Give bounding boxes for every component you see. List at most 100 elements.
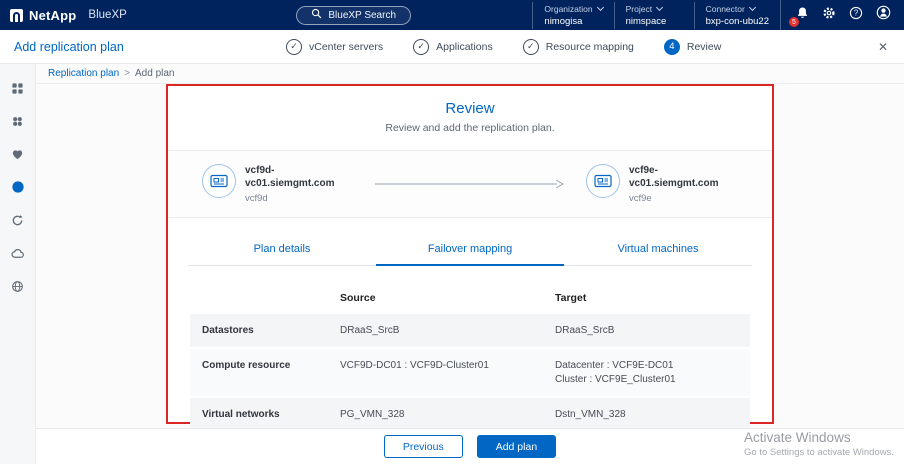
apps-icon[interactable] — [10, 113, 26, 129]
review-panel: Review Review and add the replication pl… — [166, 84, 774, 431]
breadcrumb-replication-plan[interactable]: Replication plan — [48, 68, 119, 79]
table-row-virtual-networks: Virtual networks PG_VMN_328 Dstn_VMN_328 — [190, 398, 750, 431]
top-icon-cluster: 5 ? — [780, 0, 904, 30]
source-value: VCF9D-DC01 : VCF9D-Cluster01 — [340, 360, 489, 371]
health-icon[interactable] — [10, 146, 26, 162]
close-icon[interactable]: ✕ — [878, 40, 904, 54]
content-area: Replication plan > Add plan Review Revie… — [36, 64, 904, 464]
user-icon — [876, 5, 891, 25]
chevron-down-icon — [596, 3, 604, 12]
notifications-button[interactable]: 5 — [789, 7, 810, 27]
column-header-target: Target — [555, 292, 587, 304]
sync-icon[interactable] — [10, 212, 26, 228]
notification-badge: 5 — [789, 17, 799, 27]
target-vcenter-id: vcf9e — [629, 193, 652, 204]
left-nav — [0, 64, 36, 464]
top-menus: Organization nimogisa Project nimspace C… — [532, 1, 780, 29]
canvas-icon[interactable] — [10, 80, 26, 96]
step-complete-icon: ✓ — [522, 38, 539, 55]
vcenter-server-icon — [586, 164, 620, 198]
breadcrumb: Replication plan > Add plan — [36, 64, 904, 84]
review-subtitle: Review and add the replication plan. — [385, 122, 555, 134]
settings-button[interactable] — [821, 6, 837, 25]
top-bar: NetApp BlueXP BlueXP Search Organization… — [0, 0, 904, 30]
failover-mapping-table: Source Target Datastores DRaaS_SrcB DRaa… — [190, 282, 750, 431]
target-value-2: Cluster : VCF9E_Cluster01 — [555, 374, 676, 385]
netapp-logo-icon — [10, 8, 23, 22]
step-resource-mapping[interactable]: ✓ Resource mapping — [522, 38, 634, 55]
target-value: Datacenter : VCF9E-DC01 — [555, 360, 674, 371]
step-label: vCenter servers — [309, 40, 384, 53]
table-row-compute-resource: Compute resource VCF9D-DC01 : VCF9D-Clus… — [190, 349, 750, 396]
svg-text:?: ? — [854, 8, 859, 17]
tab-failover-mapping[interactable]: Failover mapping — [376, 236, 564, 266]
source-vcenter: vcf9d-vc01.siemgmt.com vcf9d — [202, 164, 354, 204]
wizard-footer: Previous Add plan — [36, 428, 904, 464]
review-title: Review — [445, 100, 495, 117]
source-value: DRaaS_SrcB — [340, 325, 400, 336]
connector-menu[interactable]: Connector bxp-con-ubu22 — [693, 1, 780, 29]
tab-plan-details[interactable]: Plan details — [188, 236, 376, 265]
search-wrap: BlueXP Search — [175, 5, 532, 25]
step-review[interactable]: 4 Review — [663, 38, 722, 55]
mapping-arrow-icon — [354, 178, 586, 190]
step-label: Applications — [436, 40, 493, 53]
row-label: Virtual networks — [202, 409, 280, 420]
step-vcenter-servers[interactable]: ✓ vCenter servers — [286, 38, 384, 55]
previous-button[interactable]: Previous — [383, 435, 463, 458]
search-icon — [311, 8, 322, 22]
step-number: 4 — [663, 38, 680, 55]
step-label: Review — [686, 40, 722, 53]
body: Replication plan > Add plan Review Revie… — [0, 64, 904, 464]
brand: NetApp BlueXP — [0, 8, 175, 23]
wizard-header: Add replication plan ✓ vCenter servers ✓… — [0, 30, 904, 64]
product-name: BlueXP — [88, 9, 127, 21]
page-title: Add replication plan — [14, 39, 124, 54]
vcenter-mapping-band: vcf9d-vc01.siemgmt.com vcf9d vcf9e-vc01.… — [168, 150, 772, 218]
row-label: Compute resource — [202, 360, 291, 371]
breadcrumb-current: Add plan — [135, 68, 175, 79]
help-icon: ? — [849, 6, 863, 25]
app-window: NetApp BlueXP BlueXP Search Organization… — [0, 0, 904, 464]
brand-name: NetApp — [29, 7, 77, 23]
gear-icon — [822, 6, 836, 25]
breadcrumb-separator: > — [124, 68, 131, 79]
governance-icon[interactable] — [10, 278, 26, 294]
tab-virtual-machines[interactable]: Virtual machines — [564, 236, 752, 265]
source-vcenter-name: vcf9d-vc01.siemgmt.com — [245, 165, 335, 189]
organization-menu[interactable]: Organization nimogisa — [532, 1, 613, 29]
table-header-row: Source Target — [190, 282, 750, 312]
source-vcenter-id: vcf9d — [245, 193, 268, 204]
connector-value: bxp-con-ubu22 — [705, 15, 769, 27]
replication-icon[interactable] — [10, 179, 26, 195]
cloud-icon[interactable] — [10, 245, 26, 261]
help-button[interactable]: ? — [848, 6, 864, 25]
step-applications[interactable]: ✓ Applications — [413, 38, 493, 55]
organization-value: nimogisa — [544, 15, 583, 27]
add-plan-button[interactable]: Add plan — [476, 435, 557, 458]
project-value: nimspace — [625, 15, 667, 27]
table-row-datastores: Datastores DRaaS_SrcB DRaaS_SrcB — [190, 314, 750, 347]
review-tabs: Plan details Failover mapping Virtual ma… — [188, 236, 752, 266]
project-menu[interactable]: Project nimspace — [613, 1, 694, 29]
target-vcenter: vcf9e-vc01.siemgmt.com vcf9e — [586, 164, 738, 204]
connector-label: Connector — [705, 3, 745, 14]
step-complete-icon: ✓ — [286, 38, 302, 55]
step-label: Resource mapping — [545, 40, 634, 53]
target-value: Dstn_VMN_328 — [555, 409, 626, 420]
search-label: BlueXP Search — [328, 9, 397, 21]
vcenter-server-icon — [202, 164, 236, 198]
row-label: Datastores — [202, 325, 254, 336]
organization-label: Organization — [544, 3, 593, 14]
project-label: Project — [625, 3, 653, 14]
target-value: DRaaS_SrcB — [555, 325, 615, 336]
bluexp-search-button[interactable]: BlueXP Search — [296, 5, 412, 25]
source-value: PG_VMN_328 — [340, 409, 405, 420]
step-complete-icon: ✓ — [413, 38, 430, 55]
account-button[interactable] — [875, 5, 891, 25]
target-vcenter-name: vcf9e-vc01.siemgmt.com — [629, 165, 719, 189]
wizard-steps: ✓ vCenter servers ✓ Applications ✓ Resou… — [250, 38, 722, 55]
column-header-source: Source — [340, 292, 376, 304]
chevron-down-icon — [748, 3, 756, 12]
chevron-down-icon — [656, 3, 664, 12]
